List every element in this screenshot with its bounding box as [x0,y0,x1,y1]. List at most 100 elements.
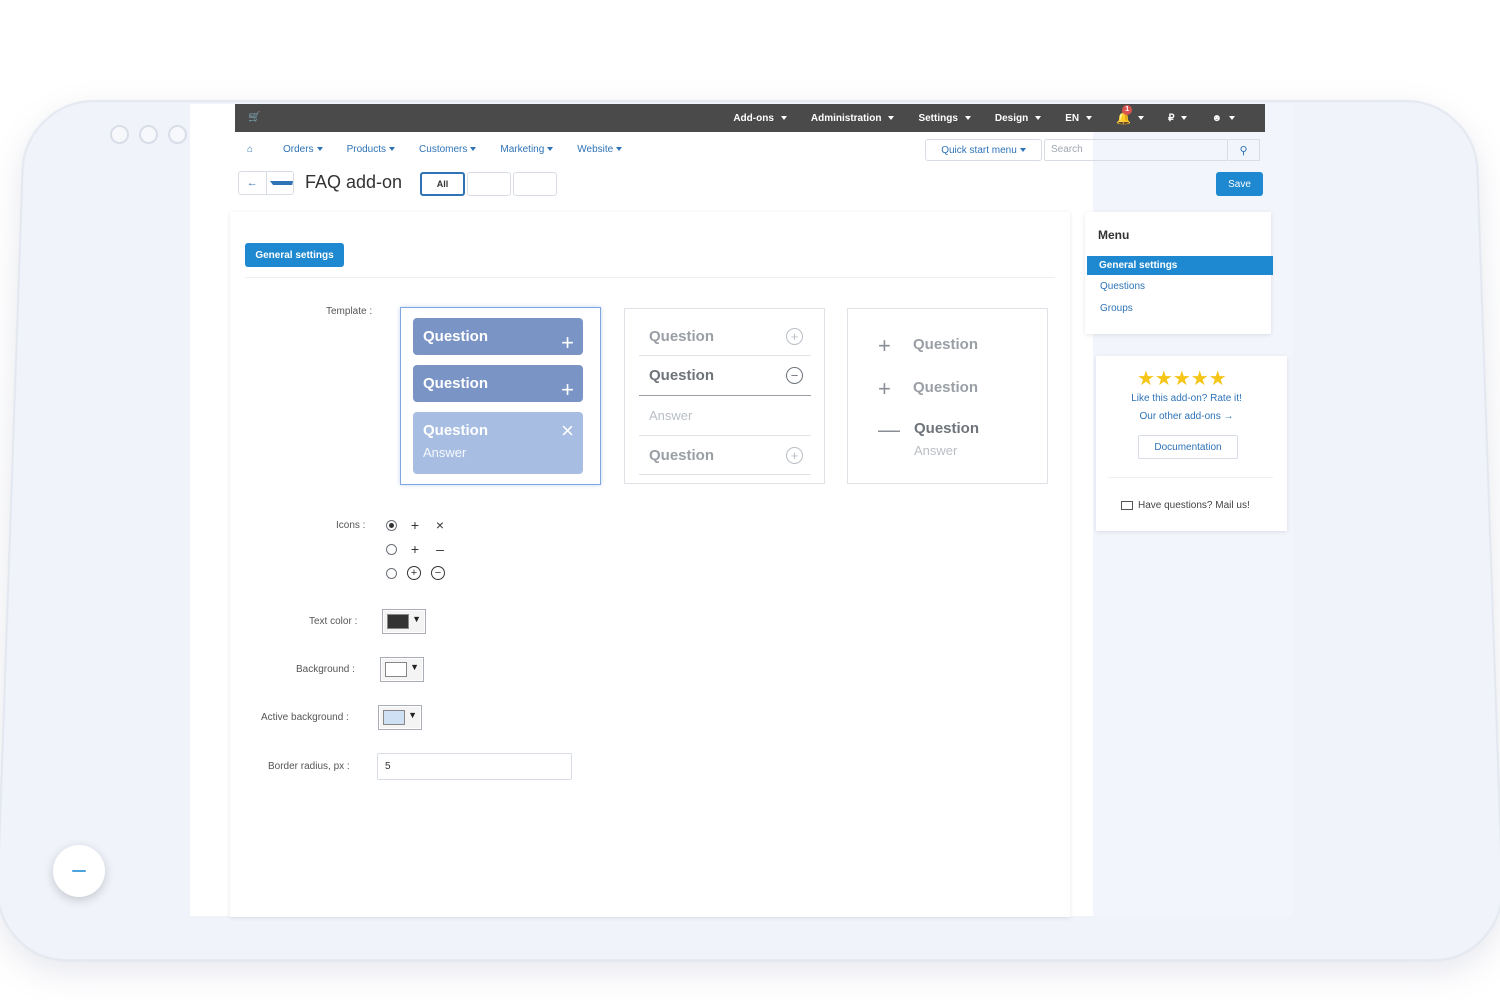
quick-start-menu[interactable]: Quick start menu [925,139,1042,161]
storefront-tab[interactable] [513,172,557,196]
menu-language[interactable]: EN [1053,113,1104,124]
active-background-color-picker[interactable]: ▼ [378,705,422,730]
chevron-down-icon [1181,116,1188,120]
nav-website-label: Website [577,144,614,155]
faq-answer-row: Answer [639,396,811,436]
window-dot [139,125,158,144]
plus-icon: + [410,541,420,557]
chevron-down-icon: ▼ [408,710,417,720]
background-color-picker[interactable]: ▼ [380,657,424,682]
faq-answer-text: Answer [423,445,467,460]
faq-question-row-open: Question − [639,356,811,396]
template-option-2[interactable]: Question + Question − Answer Question + [624,308,825,484]
envelope-icon [1121,501,1133,510]
search-input[interactable]: Search [1044,139,1228,161]
chevron-down-icon [1035,116,1042,120]
border-radius-input[interactable]: 5 [377,753,572,780]
chevron-down-icon: ▼ [412,614,421,624]
divider [245,277,1055,278]
nav-customers-label: Customers [419,144,468,155]
chevron-down-icon [964,116,971,120]
plus-icon: + [878,333,891,358]
text-color-picker[interactable]: ▼ [382,609,426,634]
save-button[interactable]: Save [1216,172,1263,196]
faq-question-row: Question + [413,318,583,355]
faq-question-row: Question + [639,436,811,475]
border-radius-label: Border radius, px : [268,761,350,772]
home-button[interactable] [53,845,105,897]
search-icon[interactable]: ⚲ [1228,139,1260,161]
sidebar-item-questions[interactable]: Questions [1100,281,1145,292]
icon-set-radio[interactable] [386,520,397,531]
chevron-down-icon [1138,116,1145,120]
close-icon: × [435,517,445,533]
top-menu: Add-ons Administration Settings Design E… [721,104,1247,132]
chevron-down-icon [1019,148,1026,152]
nav-products-label: Products [346,144,387,155]
bell-icon: 🔔 1 [1116,105,1133,125]
nav-website[interactable]: Website [577,144,623,155]
sidebar-item-general-settings[interactable]: General settings [1087,256,1273,275]
plus-circle-icon: + [407,566,421,580]
nav-marketing[interactable]: Marketing [500,144,554,155]
faq-question-text: Question [423,422,489,439]
menu-addons[interactable]: Add-ons [721,113,799,124]
chevron-down-icon [780,116,787,120]
icon-set-radio[interactable] [386,544,397,555]
window-dot [110,125,129,144]
nav-customers[interactable]: Customers [419,144,477,155]
star-rating-icon[interactable]: ★★★★★ [1137,366,1227,391]
home-indicator-icon [72,870,86,872]
quick-start-label: Quick start menu [941,144,1017,156]
nav-items: Orders Products Customers Marketing Webs… [283,144,623,155]
back-dropdown[interactable] [267,172,293,194]
other-addons-link[interactable]: Our other add-ons → [1091,411,1282,422]
storefront-tab[interactable] [467,172,511,196]
menu-settings-label: Settings [918,112,958,124]
chevron-down-icon [888,116,895,120]
user-menu[interactable]: ☻ [1199,113,1247,124]
color-swatch [383,710,405,725]
faq-question-row-open: — Question [878,417,980,442]
window-dots [110,125,187,144]
storefront-all[interactable]: All [420,172,465,196]
template-label: Template : [326,306,373,317]
faq-question-text: Question [913,336,979,353]
rate-link[interactable]: Like this add-on? Rate it! [1091,393,1282,404]
faq-question-text: Question [649,447,715,464]
cart-icon[interactable]: 🛒 [248,112,260,123]
notifications-button[interactable]: 🔔 1 [1104,105,1156,125]
plus-icon: + [561,377,574,402]
color-swatch [387,614,409,629]
documentation-button[interactable]: Documentation [1138,435,1238,459]
menu-design[interactable]: Design [983,113,1053,124]
chevron-down-icon [616,147,623,152]
faq-question-text: Question [914,420,980,437]
home-icon[interactable]: ⌂ [247,144,253,155]
nav-orders-label: Orders [283,144,314,155]
tab-general-settings[interactable]: General settings [245,243,344,267]
menu-administration[interactable]: Administration [799,113,907,124]
color-swatch [385,662,407,677]
template-option-3[interactable]: + Question + Question — Question Answer [847,308,1048,484]
page-title: FAQ add-on [305,172,403,192]
sidebar-menu-title: Menu [1098,228,1130,242]
template-option-1[interactable]: Question + Question + Question × Answer [400,307,601,485]
back-arrow-icon[interactable]: ← [239,172,267,194]
faq-question-text: Question [423,328,489,345]
background-label: Background : [296,664,355,675]
sidebar-item-groups[interactable]: Groups [1100,303,1133,314]
faq-answer-text: Answer [649,408,693,423]
icon-set-radio[interactable] [386,568,397,579]
mail-link[interactable]: Have questions? Mail us! [1121,500,1250,511]
plus-icon: + [878,376,891,401]
menu-settings[interactable]: Settings [906,113,982,124]
chevron-down-icon [269,181,293,185]
chevron-down-icon [389,147,396,152]
nav-products[interactable]: Products [346,144,396,155]
icons-label: Icons : [336,520,366,531]
user-icon: ☻ [1211,112,1222,124]
nav-orders[interactable]: Orders [283,144,323,155]
currency-menu[interactable]: ₽ [1156,113,1199,124]
text-color-label: Text color : [309,616,358,627]
